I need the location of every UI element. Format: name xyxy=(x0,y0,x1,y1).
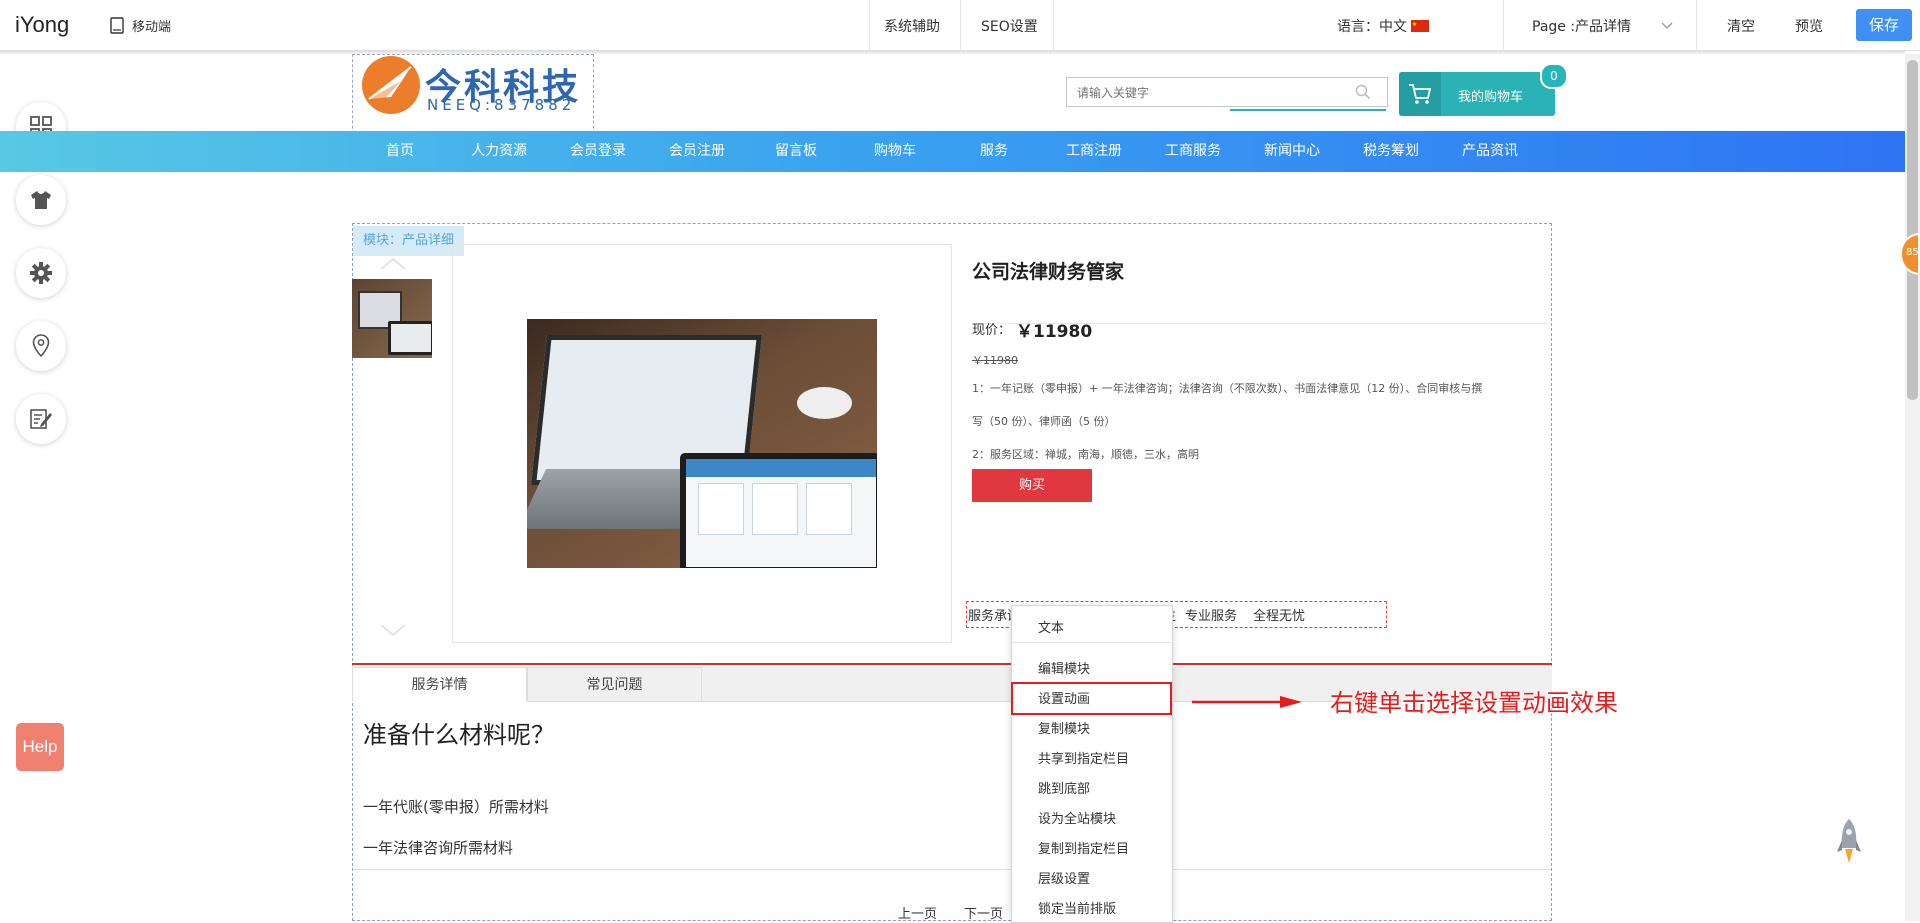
price-label: 现价： xyxy=(972,323,1012,338)
mobile-label: 移动端 xyxy=(132,20,172,35)
site-nav-bar xyxy=(0,131,1905,172)
app-logo: iYong xyxy=(15,12,70,37)
toolbar-divider xyxy=(960,0,961,50)
toolbar-divider xyxy=(1503,0,1504,50)
product-thumbnail[interactable] xyxy=(352,279,432,358)
detail-heading: 准备什么材料呢？ xyxy=(363,721,555,749)
seo-settings-button[interactable]: SEO设置 xyxy=(981,16,1038,36)
product-title: 公司法律财务管家 xyxy=(972,261,1125,283)
detail-line: 一年法律咨询所需材料 xyxy=(363,839,514,857)
edit-notes-button[interactable] xyxy=(16,394,66,444)
rocket-icon[interactable] xyxy=(1836,818,1862,866)
theme-button[interactable] xyxy=(16,175,66,225)
toolbar-divider xyxy=(1696,0,1697,50)
search-icon[interactable] xyxy=(1355,84,1371,100)
language-selector[interactable]: 语言：中文 xyxy=(1337,16,1429,36)
next-page-link[interactable]: 下一页 xyxy=(964,903,1003,922)
mobile-toggle[interactable]: 移动端 xyxy=(110,16,171,35)
context-menu-item-edit-module[interactable]: 编辑模块 xyxy=(1038,658,1090,677)
edit-note-icon xyxy=(30,409,52,429)
context-menu-item-layer-settings[interactable]: 层级设置 xyxy=(1038,868,1090,887)
toolbar-shadow xyxy=(0,50,1905,54)
jinke-logo-icon xyxy=(362,56,420,114)
annotation-text: 右键单击选择设置动画效果 xyxy=(1330,689,1618,717)
cart-button[interactable]: 我的购物车 xyxy=(1399,72,1555,116)
help-button[interactable]: Help xyxy=(16,723,64,771)
context-menu-item-jump-to-bottom[interactable]: 跳到底部 xyxy=(1038,778,1090,797)
scrollbar-thumb[interactable] xyxy=(1907,60,1918,400)
floating-badge-text: 85 xyxy=(1906,247,1919,258)
service-promise-item: 全程无忧 xyxy=(1253,609,1306,624)
context-menu-divider xyxy=(1012,642,1171,643)
context-menu-item-copy-to-column[interactable]: 复制到指定栏目 xyxy=(1038,838,1129,857)
nav-item-tax-planning[interactable]: 税务筹划 xyxy=(1363,131,1419,172)
phone-icon xyxy=(110,17,124,34)
module-label: 模块：产品详细 xyxy=(353,226,465,256)
settings-button[interactable] xyxy=(16,248,66,298)
floating-badge[interactable]: 85 xyxy=(1900,233,1920,275)
search-underline xyxy=(1230,109,1386,111)
product-description-line: 1：一年记账（零申报）+ 一年法律咨询；法律咨询（不限次数）、书面法律意见（12… xyxy=(972,382,1483,395)
site-search-input[interactable] xyxy=(1075,83,1349,103)
tab-underline xyxy=(352,663,1552,665)
china-flag-icon xyxy=(1411,20,1429,32)
chevron-down-icon xyxy=(1661,22,1673,29)
context-menu-item-copy-module[interactable]: 复制模块 xyxy=(1038,718,1090,737)
cart-label: 我的购物车 xyxy=(1458,90,1524,105)
site-logo-subtitle: NEEQ:837882 xyxy=(427,96,576,114)
chevron-down-icon[interactable] xyxy=(380,624,406,636)
nav-item-cart[interactable]: 购物车 xyxy=(874,131,916,172)
service-promise-item: 专业服务 xyxy=(1185,609,1238,624)
nav-item-hr[interactable]: 人力资源 xyxy=(471,131,527,172)
site-search-box[interactable] xyxy=(1066,77,1388,107)
highlight-box xyxy=(1011,682,1172,715)
nav-item-member-login[interactable]: 会员登录 xyxy=(570,131,626,172)
shopping-cart-icon xyxy=(1409,84,1432,104)
annotation-arrow xyxy=(1192,696,1302,708)
gear-icon xyxy=(30,262,52,284)
context-menu-item-share-to-column[interactable]: 共享到指定栏目 xyxy=(1038,748,1129,767)
page-selector[interactable]: Page :产品详情 xyxy=(1532,16,1673,36)
clear-button[interactable]: 清空 xyxy=(1727,16,1755,36)
original-price: ￥11980 xyxy=(972,354,1018,367)
product-service-area: 2：服务区域：禅城，南海，顺德，三水，高明 xyxy=(972,448,1199,461)
preview-button[interactable]: 预览 xyxy=(1795,16,1823,36)
nav-item-home[interactable]: 首页 xyxy=(386,131,414,172)
nav-item-news[interactable]: 新闻中心 xyxy=(1264,131,1320,172)
chevron-up-icon[interactable] xyxy=(380,258,406,270)
current-price: ￥11980 xyxy=(1016,322,1093,342)
nav-item-business-registration[interactable]: 工商注册 xyxy=(1066,131,1122,172)
site-logo[interactable] xyxy=(361,55,421,119)
language-label: 语言：中文 xyxy=(1337,19,1407,35)
page-selector-label: Page :产品详情 xyxy=(1532,19,1632,35)
save-button[interactable]: 保存 xyxy=(1856,9,1912,41)
location-button[interactable] xyxy=(16,321,66,371)
nav-item-product-info[interactable]: 产品资讯 xyxy=(1462,131,1518,172)
context-menu-item-text[interactable]: 文本 xyxy=(1038,617,1064,636)
map-pin-icon xyxy=(32,334,50,358)
context-menu-item-lock-layout[interactable]: 锁定当前排版 xyxy=(1038,898,1116,917)
toolbar-divider xyxy=(869,0,870,50)
detail-line: 一年代账(零申报）所需材料 xyxy=(363,798,549,816)
divider xyxy=(353,869,1551,870)
shirt-icon xyxy=(31,191,51,209)
product-image[interactable] xyxy=(527,319,877,568)
nav-item-member-register[interactable]: 会员注册 xyxy=(669,131,725,172)
toolbar-divider xyxy=(1053,0,1054,50)
context-menu-item-set-global-module[interactable]: 设为全站模块 xyxy=(1038,808,1116,827)
tab-service-details[interactable]: 服务详情 xyxy=(352,667,527,702)
prev-page-link[interactable]: 上一页 xyxy=(898,903,937,922)
system-assist-button[interactable]: 系统辅助 xyxy=(884,16,940,36)
cart-count-badge: 0 xyxy=(1540,63,1568,89)
nav-item-services[interactable]: 服务 xyxy=(980,131,1008,172)
tab-faq[interactable]: 常见问题 xyxy=(527,667,702,702)
buy-button[interactable]: 购买 xyxy=(972,469,1092,502)
nav-item-business-services[interactable]: 工商服务 xyxy=(1165,131,1221,172)
product-description-line: 写（50 份）、律师函（5 份） xyxy=(972,415,1116,428)
nav-item-message-board[interactable]: 留言板 xyxy=(775,131,817,172)
